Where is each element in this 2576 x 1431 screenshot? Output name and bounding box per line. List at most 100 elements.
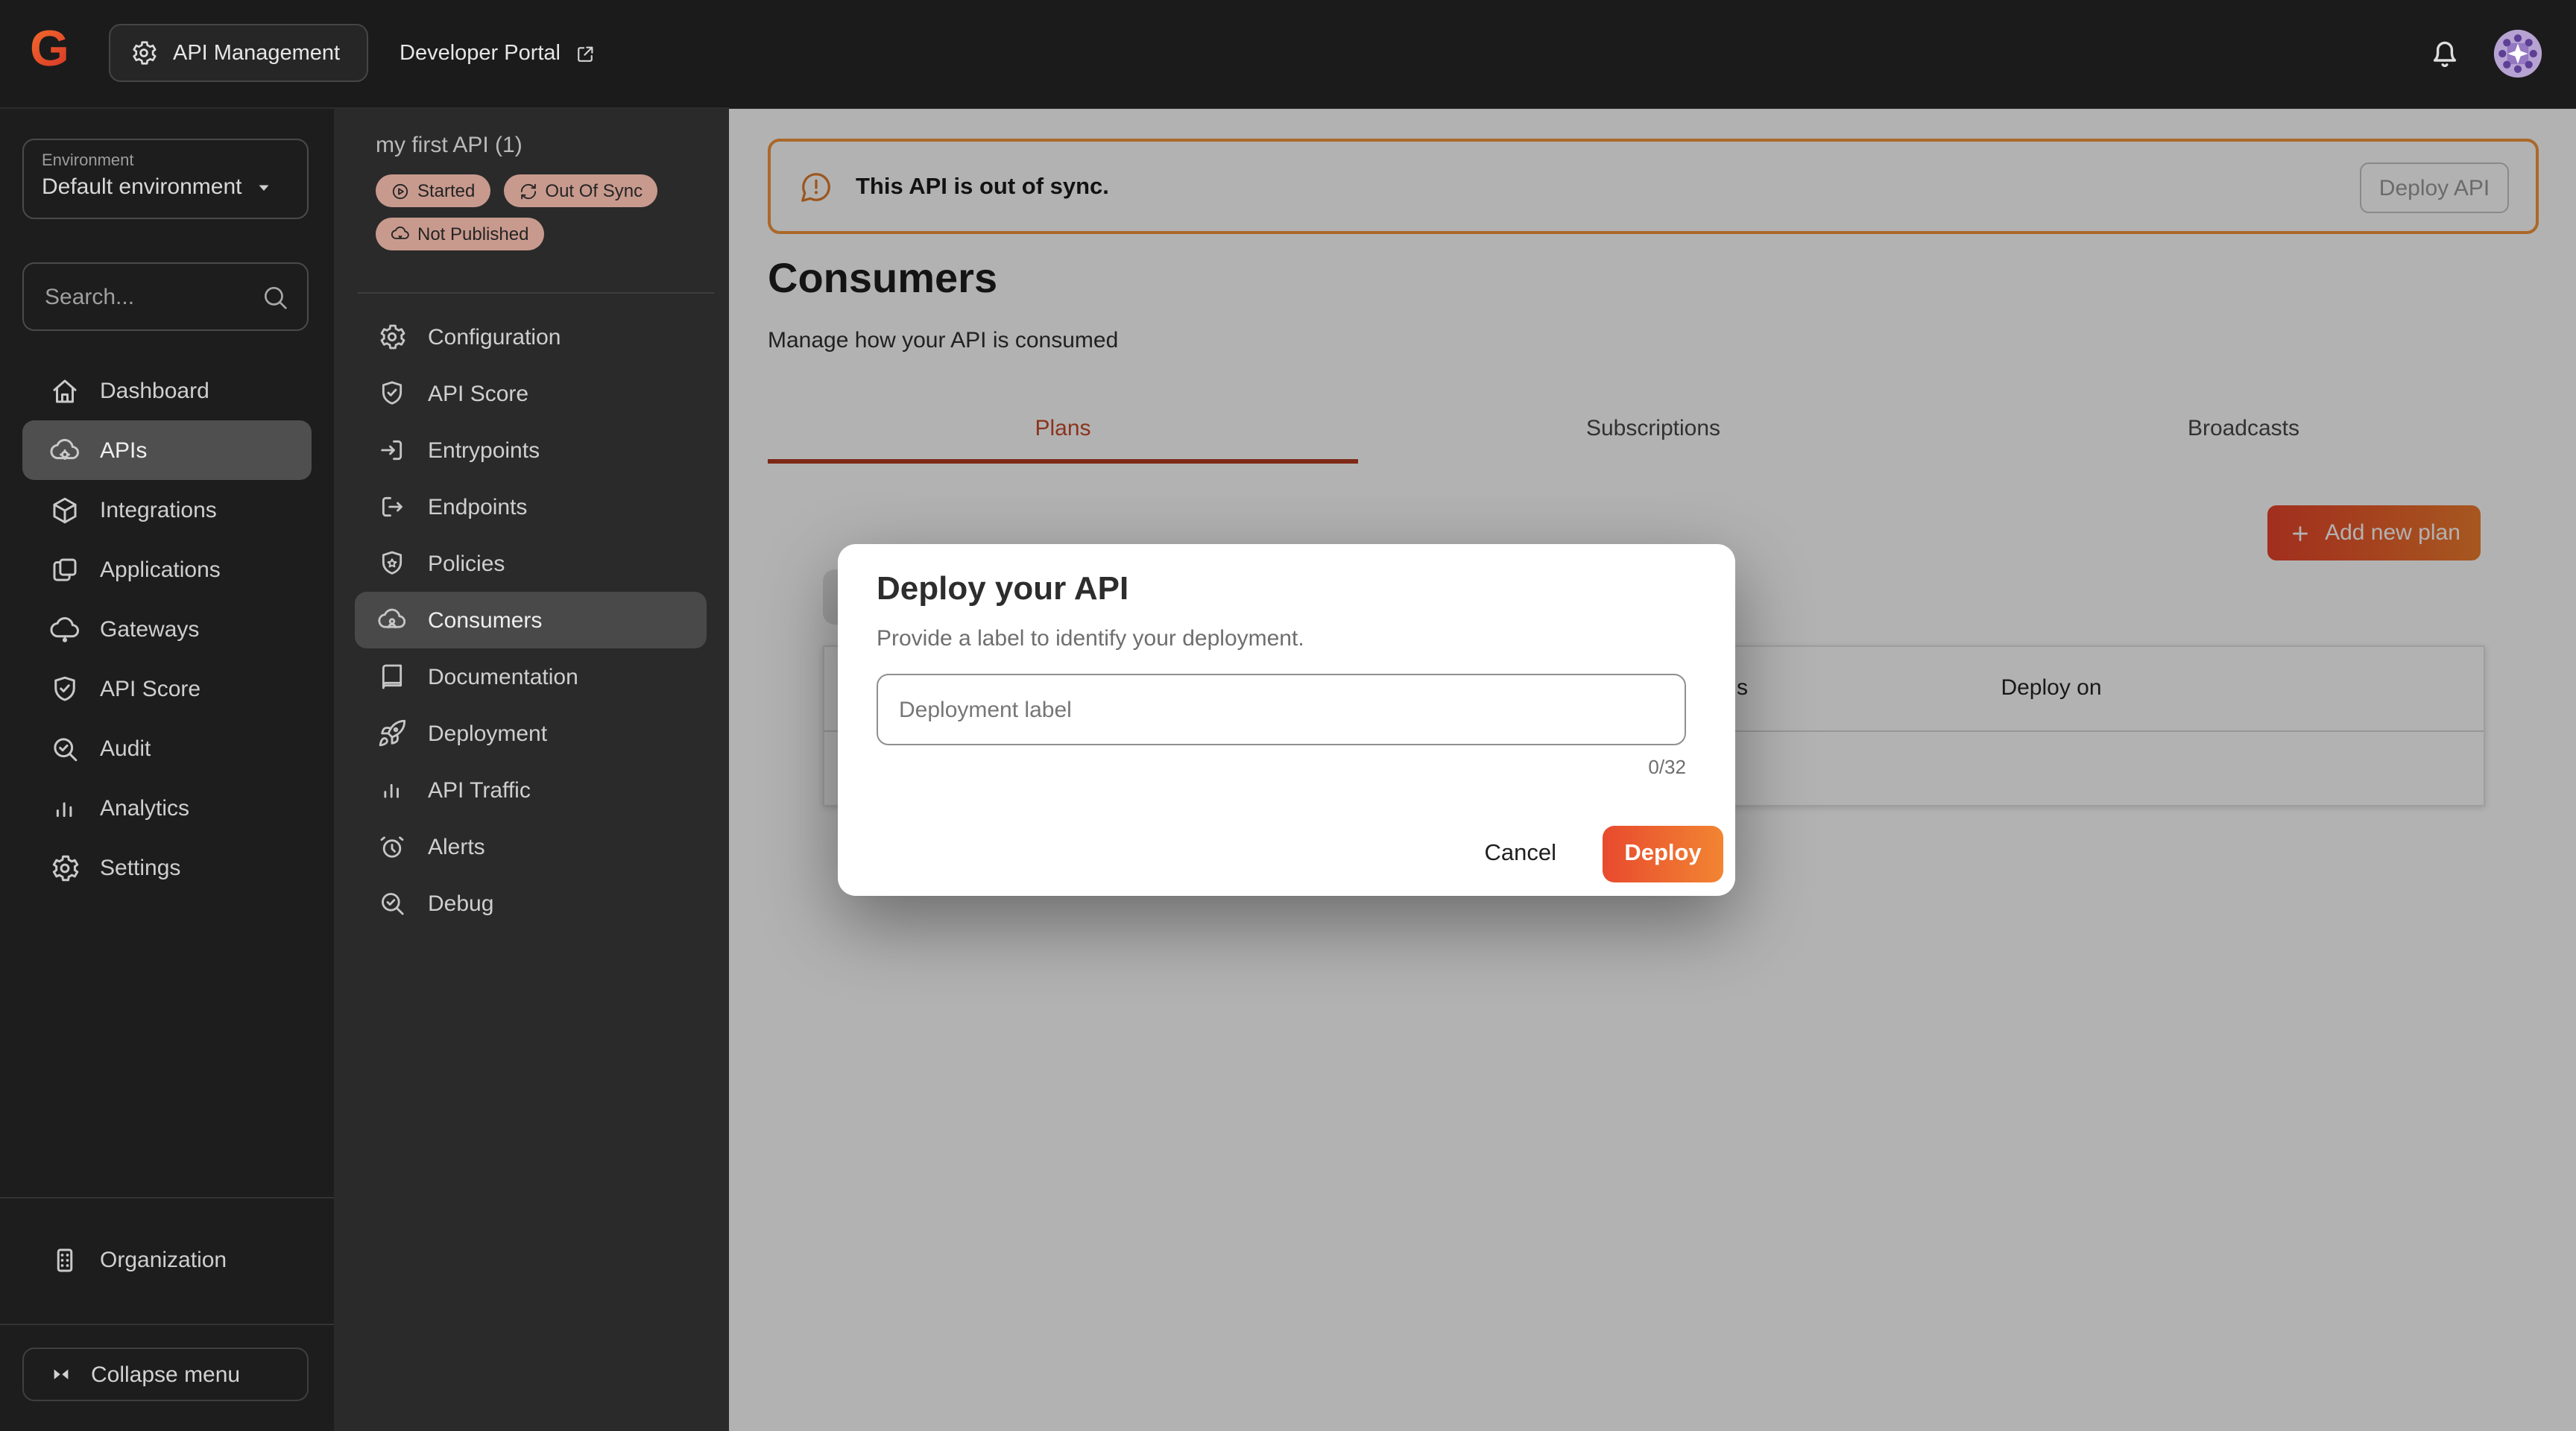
top-bar: G API Management Developer Portal <box>0 0 2576 109</box>
modal-title: Deploy your API <box>877 569 1128 608</box>
nav-item-label: Configuration <box>428 324 561 350</box>
sidebar-item-gateways[interactable]: Gateways <box>22 599 312 659</box>
collapse-menu-button[interactable]: Collapse menu <box>22 1348 309 1401</box>
badge-label: Started <box>417 180 475 201</box>
shield-star-icon <box>377 549 407 578</box>
sidebar-item-dashboard[interactable]: Dashboard <box>22 361 312 420</box>
search-icon <box>261 282 289 311</box>
nav-item-label: Consumers <box>428 607 542 633</box>
api-title: my first API (1) <box>376 133 523 158</box>
sidebar-item-analytics[interactable]: Analytics <box>22 778 312 838</box>
organization-item-holder: Organization <box>22 1230 312 1289</box>
char-counter: 0/32 <box>877 756 1686 778</box>
sidebar-item-settings[interactable]: Settings <box>22 838 312 897</box>
nav-item-label: Integrations <box>100 497 217 522</box>
deployment-label-input[interactable] <box>877 674 1686 745</box>
sidebar-item-api-score[interactable]: API Score <box>22 659 312 718</box>
sidebar-item-applications[interactable]: Applications <box>22 540 312 599</box>
app-root: G API Management Developer Portal Enviro… <box>0 0 2576 1431</box>
deploy-modal: Deploy your API Provide a label to ident… <box>838 544 1735 896</box>
api-menu-item-documentation[interactable]: Documentation <box>355 648 707 705</box>
nav-item-label: API Score <box>100 676 201 701</box>
api-menu-item-debug[interactable]: Debug <box>355 875 707 932</box>
api-menu-item-policies[interactable]: Policies <box>355 535 707 592</box>
sign-in-icon <box>377 435 407 465</box>
cloud-user-icon <box>377 605 407 635</box>
sidebar-item-apis[interactable]: APIs <box>22 420 312 480</box>
api-menu-item-api-score[interactable]: API Score <box>355 365 707 422</box>
nav-item-label: Applications <box>100 557 221 582</box>
sidebar-search <box>22 262 309 331</box>
book-icon <box>377 662 407 692</box>
badge-label: Out Of Sync <box>545 180 643 201</box>
search-check-icon <box>377 888 407 918</box>
cloud-x-icon <box>391 224 410 244</box>
cloud-cog-icon <box>49 435 80 466</box>
nav-item-label: Deployment <box>428 721 547 746</box>
modal-description: Provide a label to identify your deploym… <box>877 626 1304 651</box>
search-input[interactable] <box>42 282 261 311</box>
building-icon <box>49 1244 80 1275</box>
api-menu-item-deployment[interactable]: Deployment <box>355 705 707 762</box>
nav-item-label: Settings <box>100 855 180 880</box>
app-switcher-button[interactable]: API Management <box>109 24 368 82</box>
sidebar-item-integrations[interactable]: Integrations <box>22 480 312 540</box>
shield-check-icon <box>49 673 80 704</box>
layers-icon <box>49 554 80 585</box>
api-status-badges: Started Out Of Sync Not Published <box>376 174 711 250</box>
app-switcher-label: API Management <box>173 41 340 65</box>
chevron-down-icon <box>256 178 274 196</box>
api-menu-item-endpoints[interactable]: Endpoints <box>355 478 707 535</box>
primary-sidebar: Environment Default environment Dashboar… <box>0 107 334 1431</box>
sidebar-item-organization[interactable]: Organization <box>22 1230 312 1289</box>
nav-item-label: Organization <box>100 1247 227 1272</box>
sidebar-divider <box>0 1324 334 1325</box>
rocket-icon <box>377 718 407 748</box>
api-menu-item-configuration[interactable]: Configuration <box>355 309 707 365</box>
developer-portal-label: Developer Portal <box>400 42 561 66</box>
collapse-menu-label: Collapse menu <box>91 1362 240 1387</box>
play-circle-icon <box>391 181 410 200</box>
badge-label: Not Published <box>417 224 528 244</box>
api-menu-item-consumers[interactable]: Consumers <box>355 592 707 648</box>
shield-check-icon <box>377 379 407 408</box>
api-menu-item-api-traffic[interactable]: API Traffic <box>355 762 707 818</box>
environment-select[interactable]: Environment Default environment <box>22 139 309 219</box>
developer-portal-link[interactable]: Developer Portal <box>400 0 596 107</box>
status-badge-out-of-sync: Out Of Sync <box>503 174 657 207</box>
nav-item-label: Audit <box>100 736 151 761</box>
api-menu-item-entrypoints[interactable]: Entrypoints <box>355 422 707 478</box>
nav-item-label: Gateways <box>100 616 199 642</box>
alarm-icon <box>377 832 407 862</box>
external-link-icon <box>574 42 596 65</box>
cog-icon <box>49 852 80 883</box>
cog-icon <box>377 322 407 352</box>
sidebar-item-audit[interactable]: Audit <box>22 718 312 778</box>
nav-item-label: Alerts <box>428 834 485 859</box>
nav-item-label: API Traffic <box>428 777 531 803</box>
bar-chart-icon <box>377 775 407 805</box>
nav-item-label: Documentation <box>428 664 578 689</box>
nav-item-label: Policies <box>428 551 505 576</box>
sidebar-divider <box>0 1197 334 1198</box>
nav-item-label: Debug <box>428 891 493 916</box>
environment-value: Default environment <box>42 174 242 200</box>
deploy-button[interactable]: Deploy <box>1603 826 1723 882</box>
nav-item-label: API Score <box>428 381 528 406</box>
bar-chart-icon <box>49 792 80 824</box>
api-menu-nav: Configuration API Score Entrypoints Endpoin… <box>355 309 707 932</box>
nav-item-label: Entrypoints <box>428 437 540 463</box>
notifications-bell-icon[interactable] <box>2427 36 2463 72</box>
environment-label: Environment <box>42 152 289 170</box>
status-badge-started: Started <box>376 174 490 207</box>
search-check-icon <box>49 733 80 764</box>
nav-item-label: Dashboard <box>100 378 209 403</box>
gravitee-logo[interactable]: G <box>30 21 69 79</box>
cloud-icon <box>49 613 80 645</box>
home-icon <box>49 375 80 406</box>
api-menu-item-alerts[interactable]: Alerts <box>355 818 707 875</box>
cancel-button[interactable]: Cancel <box>1476 826 1566 882</box>
status-badge-not-published: Not Published <box>376 218 543 250</box>
user-avatar[interactable] <box>2493 28 2543 79</box>
nav-item-label: Analytics <box>100 795 189 821</box>
